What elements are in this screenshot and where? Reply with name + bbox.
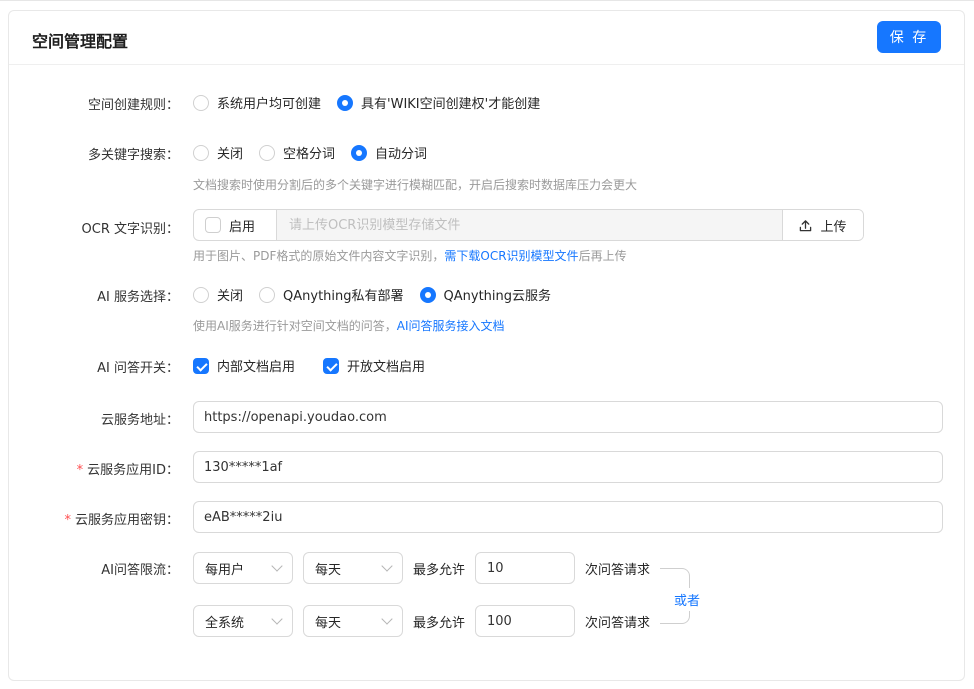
- radio-label: QAnything私有部署: [283, 289, 404, 304]
- card-header: 空间管理配置 保 存: [9, 11, 964, 65]
- keyword-search-option-auto[interactable]: 自动分词: [351, 143, 427, 162]
- ocr-help-suffix: 后再上传: [578, 249, 627, 263]
- internal-doc-checkbox[interactable]: 内部文档启用: [193, 356, 295, 375]
- ai-service-option-cloud[interactable]: QAnything云服务: [419, 285, 552, 304]
- radio-unchecked-icon: [259, 286, 276, 303]
- ocr-input-group: 启用 上传: [193, 209, 864, 241]
- required-asterisk: *: [76, 463, 84, 478]
- ai-switch-checkbox-group: 内部文档启用 开放文档启用: [193, 356, 453, 375]
- ai-service-option-private[interactable]: QAnything私有部署: [259, 285, 404, 304]
- count-input[interactable]: [475, 605, 576, 637]
- period-select-value: 每天: [315, 562, 342, 578]
- ocr-file-input[interactable]: [277, 210, 782, 240]
- keyword-search-help: 文档搜索时使用分割后的多个关键字进行模糊匹配，开启后搜索时数据库压力会更大: [193, 178, 638, 192]
- checkbox-label: 内部文档启用: [217, 360, 296, 375]
- ai-service-option-off[interactable]: 关闭: [193, 285, 243, 304]
- upload-label: 上传: [820, 219, 847, 235]
- window-top-edge: [0, 0, 974, 1]
- radio-checked-icon: [337, 94, 354, 111]
- period-select[interactable]: 每天: [303, 552, 403, 584]
- checkbox-unchecked-icon: [205, 217, 221, 233]
- chevron-down-icon: [381, 613, 393, 625]
- or-label: 或者: [674, 588, 701, 611]
- cloud-address-label: 云服务地址：: [100, 413, 179, 428]
- radio-label: 自动分词: [375, 147, 428, 162]
- radio-label: 系统用户均可创建: [217, 97, 322, 112]
- rate-limit-rule-2: 全系统 每天 最多允许 次问答请求: [193, 605, 660, 637]
- keyword-search-radio-group: 关闭 空格分词 自动分词: [193, 143, 443, 162]
- radio-checked-icon: [351, 144, 368, 161]
- scope-select-value: 每用户: [205, 562, 245, 578]
- radio-unchecked-icon: [193, 94, 209, 111]
- ocr-label: OCR 文字识别：: [81, 222, 179, 237]
- requests-suffix-text: 次问答请求: [585, 615, 651, 631]
- radio-checked-icon: [419, 286, 436, 303]
- scope-select-value: 全系统: [205, 615, 245, 631]
- space-rule-option-all[interactable]: 系统用户均可创建: [193, 93, 321, 112]
- checkbox-checked-icon: [193, 357, 209, 374]
- keyword-search-option-space[interactable]: 空格分词: [259, 143, 335, 162]
- rate-limit-rule-1: 每用户 每天 最多允许 次问答请求: [193, 552, 660, 584]
- scope-select[interactable]: 全系统: [193, 605, 293, 637]
- cloud-app-id-input[interactable]: [193, 451, 943, 483]
- chevron-down-icon: [271, 613, 283, 625]
- open-doc-checkbox[interactable]: 开放文档启用: [323, 356, 425, 375]
- space-rule-label: 空间创建规则：: [87, 98, 179, 113]
- cloud-app-id-label: * 云服务应用ID：: [77, 459, 179, 478]
- required-asterisk: *: [64, 513, 71, 528]
- cloud-app-id-label-text: 云服务应用ID：: [87, 463, 179, 478]
- cloud-address-input[interactable]: [193, 401, 943, 433]
- ai-service-label: AI 服务选择：: [97, 290, 179, 305]
- keyword-search-label: 多关键字搜索：: [87, 148, 179, 163]
- checkbox-label: 开放文档启用: [347, 360, 426, 375]
- chevron-down-icon: [381, 560, 393, 572]
- max-allow-text: 最多允许: [413, 615, 466, 631]
- upload-button[interactable]: 上传: [782, 210, 863, 240]
- ai-switch-label: AI 问答开关：: [97, 361, 179, 376]
- ocr-enable-checkbox[interactable]: 启用: [194, 210, 277, 240]
- upload-icon: [800, 219, 812, 231]
- cloud-app-secret-input[interactable]: [193, 501, 943, 533]
- settings-card: 空间管理配置 保 存 空间创建规则： 系统用户均可创建 具有'WIKI空间创建权…: [8, 10, 965, 681]
- ocr-model-download-link[interactable]: 需下载OCR识别模型文件: [444, 249, 578, 263]
- radio-label: 具有'WIKI空间创建权'才能创建: [361, 97, 541, 112]
- ai-service-help: 使用AI服务进行针对空间文档的问答，AI问答服务接入文档: [193, 317, 505, 334]
- ai-service-radio-group: 关闭 QAnything私有部署 QAnything云服务: [193, 285, 567, 304]
- requests-suffix-text: 次问答请求: [585, 562, 651, 578]
- checkbox-checked-icon: [323, 357, 340, 374]
- radio-label: QAnything云服务: [443, 289, 552, 304]
- radio-unchecked-icon: [193, 144, 209, 161]
- chevron-down-icon: [271, 560, 283, 572]
- radio-label: 关闭: [217, 147, 244, 162]
- page-title: 空间管理配置: [32, 32, 129, 51]
- radio-unchecked-icon: [259, 144, 276, 161]
- scope-select[interactable]: 每用户: [193, 552, 293, 584]
- keyword-search-option-off[interactable]: 关闭: [193, 143, 243, 162]
- space-rule-radio-group: 系统用户均可创建 具有'WIKI空间创建权'才能创建: [193, 93, 556, 112]
- radio-unchecked-icon: [193, 286, 209, 303]
- save-button[interactable]: 保 存: [877, 21, 941, 53]
- count-input[interactable]: [475, 552, 576, 584]
- space-rule-option-wiki[interactable]: 具有'WIKI空间创建权'才能创建: [337, 93, 540, 112]
- ocr-help: 用于图片、PDF格式的原始文件内容文字识别，需下载OCR识别模型文件后再上传: [193, 247, 627, 264]
- period-select-value: 每天: [315, 615, 342, 631]
- radio-label: 关闭: [217, 289, 244, 304]
- period-select[interactable]: 每天: [303, 605, 403, 637]
- ai-service-doc-link[interactable]: AI问答服务接入文档: [397, 319, 505, 333]
- cloud-app-secret-label: * 云服务应用密钥：: [64, 509, 179, 528]
- radio-label: 空格分词: [283, 147, 336, 162]
- rate-limit-label: AI问答限流：: [101, 563, 179, 578]
- ocr-enable-label: 启用: [229, 219, 256, 235]
- ocr-help-text: 用于图片、PDF格式的原始文件内容文字识别，: [193, 249, 445, 263]
- cloud-app-secret-label-text: 云服务应用密钥：: [74, 513, 179, 528]
- max-allow-text: 最多允许: [413, 562, 466, 578]
- ai-service-help-text: 使用AI服务进行针对空间文档的问答，: [193, 319, 397, 333]
